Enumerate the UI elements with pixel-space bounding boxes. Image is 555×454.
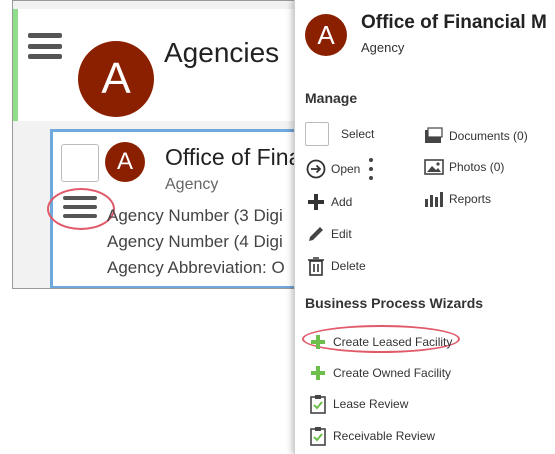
menu-subtitle: Agency	[361, 40, 405, 55]
hamburger-icon[interactable]	[28, 33, 62, 59]
delete-item[interactable]: Delete	[305, 255, 366, 277]
photos-label: Photos (0)	[449, 160, 505, 174]
create-leased-facility-item[interactable]: Create Leased Facility	[307, 331, 452, 353]
plus-icon	[307, 362, 329, 384]
wizards-section-title: Business Process Wizards	[305, 295, 484, 311]
clipboard-check-icon	[307, 393, 329, 415]
trash-icon	[305, 255, 327, 277]
menu-title: Office of Financial M	[361, 12, 547, 33]
open-item[interactable]: Open	[305, 158, 360, 180]
page-title: Agencies	[164, 37, 280, 68]
photos-icon	[423, 156, 445, 178]
pencil-icon	[305, 223, 327, 245]
create-leased-facility-label: Create Leased Facility	[333, 335, 453, 349]
delete-label: Delete	[331, 259, 366, 273]
create-owned-facility-label: Create Owned Facility	[333, 366, 452, 380]
agency-title: Office of Fina	[165, 144, 302, 170]
arrow-circle-right-icon	[305, 158, 327, 180]
photos-item[interactable]: Photos (0)	[423, 156, 504, 178]
plus-icon	[307, 331, 329, 353]
reports-label: Reports	[449, 192, 492, 206]
agencies-header: A Agencies	[13, 9, 311, 121]
agencies-list-panel: A Agencies A Office of Fina Agency Agenc…	[12, 0, 312, 289]
agency-abbreviation-line: Agency Abbreviation: O	[107, 258, 285, 277]
agency-number-3-line: Agency Number (3 Digi	[107, 206, 283, 225]
context-menu-panel: A Office of Financial M Agency Manage Se…	[294, 0, 555, 454]
open-label: Open	[331, 162, 361, 176]
kebab-icon[interactable]	[369, 158, 375, 180]
create-owned-facility-item[interactable]: Create Owned Facility	[307, 362, 451, 384]
agency-number-4-line: Agency Number (4 Digi	[107, 232, 283, 251]
receivable-review-item[interactable]: Receivable Review	[307, 425, 435, 447]
documents-item[interactable]: Documents (0)	[423, 125, 528, 147]
documents-icon	[423, 125, 445, 147]
agency-card[interactable]: A Office of Fina Agency Agency Number (3…	[47, 129, 311, 288]
reports-icon	[423, 188, 445, 210]
add-item[interactable]: Add	[305, 191, 352, 213]
add-label: Add	[331, 195, 353, 209]
select-checkbox[interactable]	[61, 144, 99, 182]
agency-avatar: A	[105, 142, 145, 182]
documents-label: Documents (0)	[449, 129, 528, 143]
select-item[interactable]: Select	[305, 122, 374, 146]
reports-item[interactable]: Reports	[423, 188, 491, 210]
plus-icon	[305, 191, 327, 213]
clipboard-check-icon	[307, 425, 329, 447]
select-label: Select	[341, 127, 375, 141]
lease-review-label: Lease Review	[333, 397, 409, 411]
agency-subtitle: Agency	[165, 176, 219, 193]
edit-label: Edit	[331, 227, 352, 241]
lease-review-item[interactable]: Lease Review	[307, 393, 408, 415]
edit-item[interactable]: Edit	[305, 223, 352, 245]
agencies-avatar: A	[78, 41, 154, 117]
manage-section-title: Manage	[305, 90, 358, 106]
select-checkbox[interactable]	[305, 122, 329, 146]
receivable-review-label: Receivable Review	[333, 429, 436, 443]
highlight-circle	[47, 188, 115, 230]
menu-avatar: A	[305, 14, 347, 56]
